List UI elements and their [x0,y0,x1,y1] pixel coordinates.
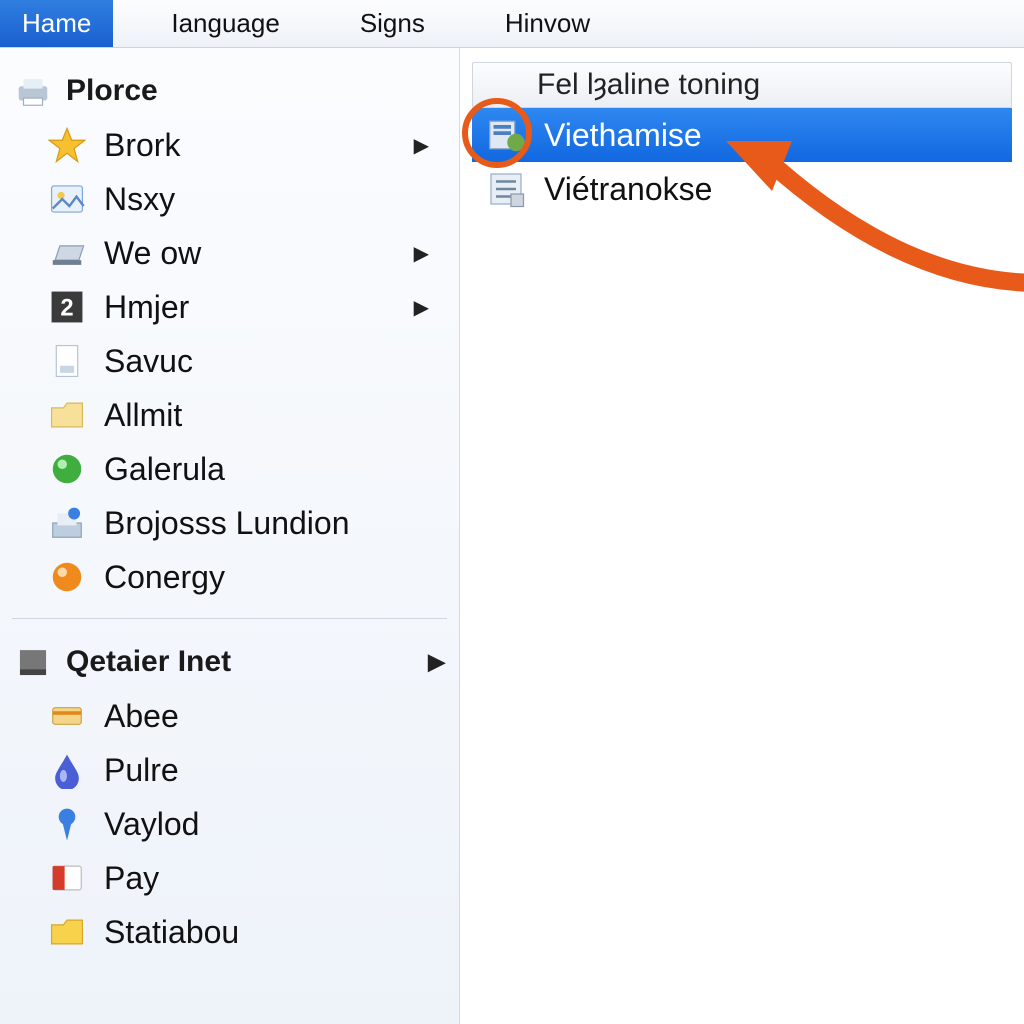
menu-signs[interactable]: Signs [338,0,447,47]
column-header-label: Fel lȝaline toning [537,68,760,102]
svg-text:2: 2 [60,294,73,321]
menu-label: Hinvow [505,8,590,39]
printer-icon [14,72,52,110]
chevron-right-icon: ▶ [414,295,429,320]
sidebar-item-brork[interactable]: Brork ▶ [8,118,451,172]
sidebar-item-weow[interactable]: We ow ▶ [8,226,451,280]
sidebar-item-statiabou[interactable]: Statiabou [8,905,451,959]
sidebar-item-savuc[interactable]: Savuc [8,334,451,388]
list-row-viethamise[interactable]: Viethamise [472,108,1012,162]
page-icon [48,342,86,380]
orange-dot-icon [48,558,86,596]
column-header[interactable]: Fel lȝaline toning [472,62,1012,108]
sidebar-item-label: Pay [104,860,159,897]
sidebar-item-label: Savuc [104,343,193,380]
sidebar-group-label: Plorce [66,74,158,108]
sidebar-item-label: We ow [104,235,201,272]
sidebar-item-label: Allmit [104,397,182,434]
folder-icon [48,396,86,434]
menubar: Hame Ianguage Signs Hinvow [0,0,1024,48]
drive-icon [14,643,52,681]
menu-label: Ianguage [171,8,279,39]
sidebar-item-pay[interactable]: Pay [8,851,451,905]
sidebar-group-qetaier[interactable]: Qetaier Inet ▶ [8,637,451,689]
sidebar-item-conergy[interactable]: Conergy [8,550,451,604]
sidebar-item-nsxy[interactable]: Nsxy [8,172,451,226]
sidebar-item-label: Abee [104,698,179,735]
sidebar-item-hmjer[interactable]: 2 Hmjer ▶ [8,280,451,334]
content-pane: Fel lȝaline toning Viethamise Viétranoks… [460,48,1024,1024]
card-icon [48,697,86,735]
sidebar-item-label: Statiabou [104,914,239,951]
sidebar-item-label: Galerula [104,451,225,488]
inbox-pin-icon [48,504,86,542]
sidebar-item-vaylod[interactable]: Vaylod [8,797,451,851]
pin-icon [48,805,86,843]
sidebar-group-label: Qetaier Inet [66,645,231,679]
sidebar-item-galerula[interactable]: Galerula [8,442,451,496]
sidebar-item-label: Brojosss Lundion [104,505,349,542]
main-split: Plorce Brork ▶ Nsxy We ow ▶ 2 Hmjer ▶ Sa… [0,48,1024,1024]
chevron-right-icon: ▶ [414,241,429,266]
sidebar-item-allmit[interactable]: Allmit [8,388,451,442]
sidebar-divider [12,618,447,619]
menu-label: Hame [22,8,91,39]
menu-hame[interactable]: Hame [0,0,113,47]
list-row-label: Viétranokse [544,171,712,208]
menu-language[interactable]: Ianguage [149,0,301,47]
list-row-label: Viethamise [544,117,702,154]
sidebar-item-label: Nsxy [104,181,175,218]
menu-hinvow[interactable]: Hinvow [483,0,612,47]
green-dot-icon [48,450,86,488]
red-card-icon [48,859,86,897]
photo-icon [48,180,86,218]
sidebar-item-pulre[interactable]: Pulre [8,743,451,797]
config-icon [486,115,526,155]
sidebar-item-label: Conergy [104,559,225,596]
menu-label: Signs [360,8,425,39]
chevron-right-icon: ▶ [414,133,429,158]
list-row-vietranokse[interactable]: Viétranokse [472,162,1012,216]
folder-y-icon [48,913,86,951]
sidebar-group-plorce[interactable]: Plorce [8,66,451,118]
sidebar-item-brojosss[interactable]: Brojosss Lundion [8,496,451,550]
drop-icon [48,751,86,789]
scanner-icon [48,234,86,272]
two-box-icon: 2 [48,288,86,326]
sidebar-item-label: Pulre [104,752,179,789]
sidebar: Plorce Brork ▶ Nsxy We ow ▶ 2 Hmjer ▶ Sa… [0,48,460,1024]
sidebar-item-label: Hmjer [104,289,189,326]
sidebar-item-abee[interactable]: Abee [8,689,451,743]
chevron-right-icon: ▶ [428,649,445,675]
sidebar-item-label: Brork [104,127,180,164]
star-icon [48,126,86,164]
list-icon [486,169,526,209]
sidebar-item-label: Vaylod [104,806,199,843]
